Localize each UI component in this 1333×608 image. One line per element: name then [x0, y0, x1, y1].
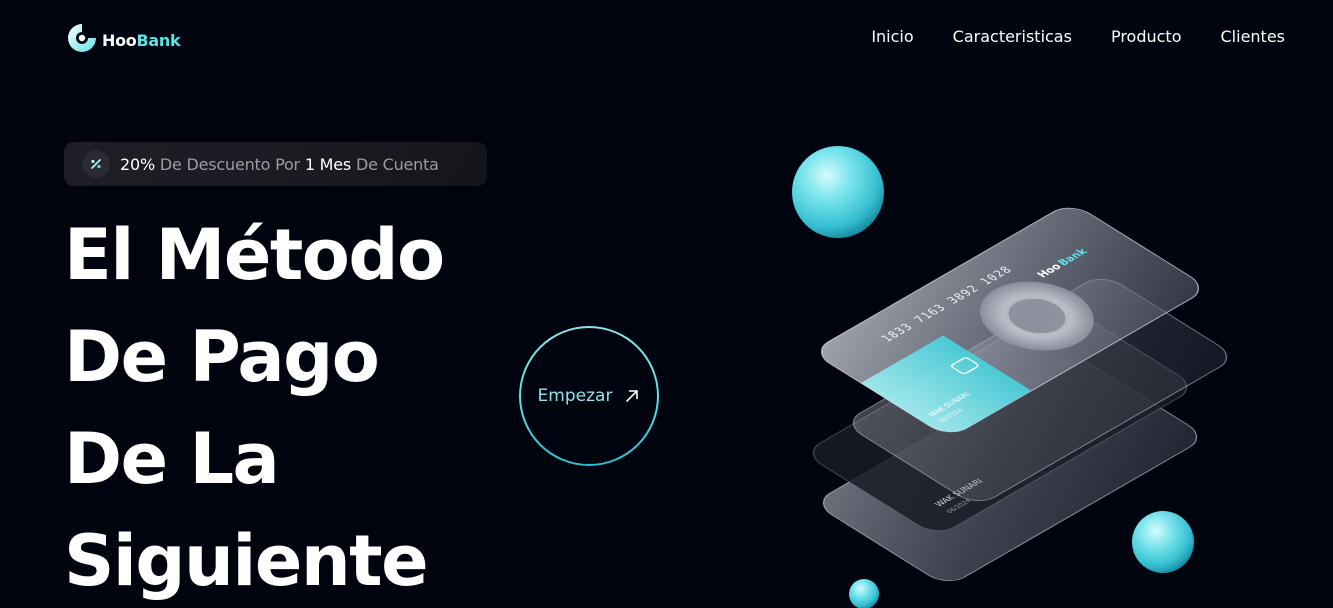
nav-item-clientes: Clientes [1221, 27, 1286, 47]
nav-link-clientes[interactable]: Clientes [1221, 27, 1286, 46]
nav-link-inicio[interactable]: Inicio [871, 27, 913, 46]
cards-illustration: WAK SUNARI 06/2024 1833 7163 3892 1028 H… [792, 146, 1228, 608]
discount-text: 20% De Descuento Por 1 Mes De Cuenta [120, 154, 439, 174]
hero-line: De Pago [64, 316, 380, 398]
page: HooBank Inicio Caracteristicas Producto … [0, 0, 1333, 608]
decorative-sphere [792, 146, 884, 238]
hero-line: Siguiente [64, 520, 429, 602]
hero-line: De La [64, 418, 280, 500]
nav-item-producto: Producto [1111, 27, 1182, 47]
nav-item-caracteristicas: Caracteristicas [953, 27, 1072, 47]
nav-link-caracteristicas[interactable]: Caracteristicas [953, 27, 1072, 46]
hoobank-logo-icon [68, 24, 96, 52]
discount-badge: 20% De Descuento Por 1 Mes De Cuenta [64, 142, 487, 186]
arrow-up-right-icon [626, 390, 639, 402]
decorative-sphere [849, 579, 879, 608]
decorative-sphere [1132, 511, 1194, 573]
brand-logo[interactable]: HooBank [66, 22, 181, 54]
main-nav: Inicio Caracteristicas Producto Clientes [871, 27, 1285, 47]
nav-link-producto[interactable]: Producto [1111, 27, 1182, 46]
discount-icon [82, 150, 110, 178]
hero-line: El Método [64, 214, 445, 296]
get-started-button-inner: Empezar [521, 328, 657, 464]
get-started-button[interactable]: Empezar [519, 326, 659, 466]
nav-item-inicio: Inicio [871, 27, 913, 47]
get-started-label: Empezar [537, 386, 613, 406]
brand-name: HooBank [102, 30, 181, 50]
hero-headline: El Método De Pago De La Siguiente [64, 204, 445, 608]
